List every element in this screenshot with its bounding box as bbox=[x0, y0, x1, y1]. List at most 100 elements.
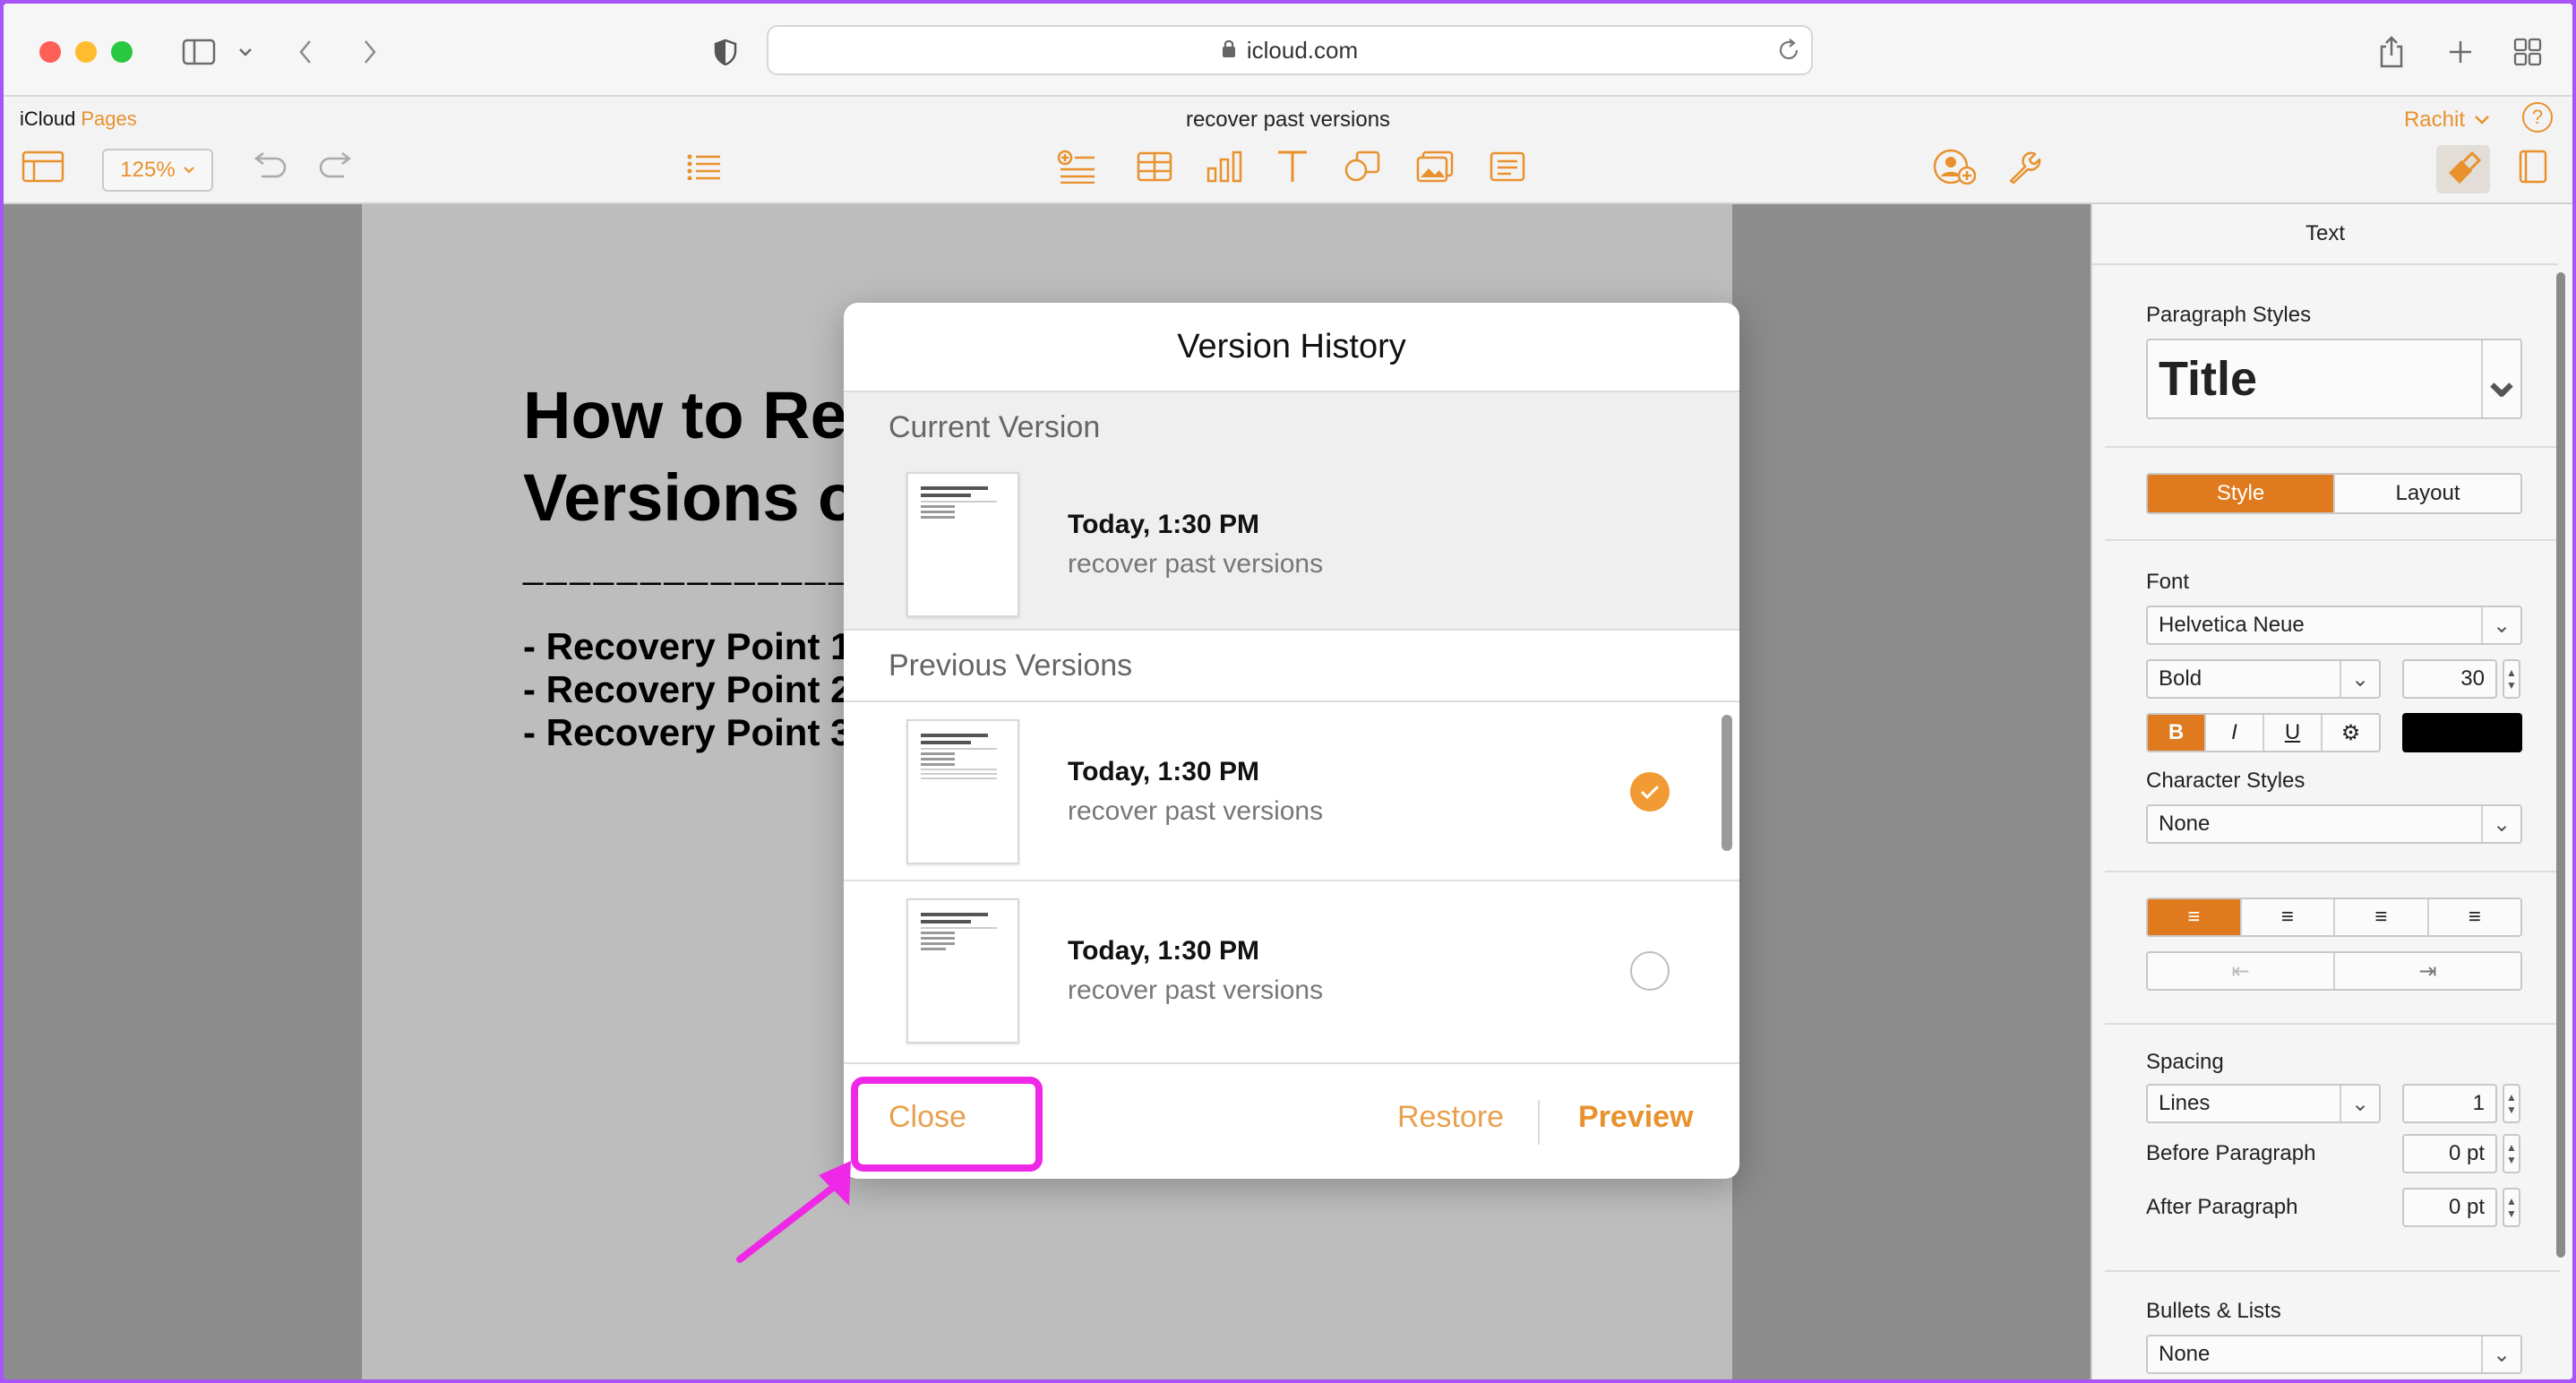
address-bar[interactable]: icloud.com bbox=[767, 25, 1813, 75]
previous-versions-label: Previous Versions bbox=[889, 648, 1133, 683]
version-info: Today, 1:30 PM recover past versions bbox=[1068, 936, 1323, 1006]
font-size-field[interactable]: 30 bbox=[2402, 659, 2497, 699]
user-menu[interactable]: Rachit bbox=[2404, 107, 2490, 133]
dialog-scrollbar[interactable] bbox=[1722, 715, 1732, 851]
checkmark-icon bbox=[1640, 785, 1660, 800]
url-text: icloud.com bbox=[1246, 36, 1359, 64]
divider bbox=[2105, 539, 2560, 541]
after-paragraph-stepper[interactable]: ▲ ▼ bbox=[2503, 1188, 2520, 1227]
align-right-icon[interactable]: ≡ bbox=[2333, 899, 2427, 935]
chevron-down-icon bbox=[2475, 116, 2489, 125]
version-selected-checkmark[interactable] bbox=[1630, 772, 1670, 812]
plus-icon[interactable] bbox=[2445, 32, 2476, 72]
preview-button[interactable]: Preview bbox=[1578, 1100, 1694, 1135]
sidebar-icon[interactable] bbox=[179, 32, 219, 72]
dialog-title: Version History bbox=[844, 303, 1739, 392]
list-icon[interactable] bbox=[683, 142, 726, 192]
bullets-select[interactable]: None ⌄ bbox=[2146, 1335, 2522, 1374]
character-style-select[interactable]: None ⌄ bbox=[2146, 804, 2522, 844]
before-paragraph-stepper[interactable]: ▲ ▼ bbox=[2503, 1134, 2520, 1173]
decrease-indent-icon[interactable]: ⇤ bbox=[2148, 953, 2333, 989]
character-style-value: None bbox=[2159, 812, 2211, 836]
tabs-grid-icon[interactable] bbox=[2512, 32, 2544, 72]
increase-indent-icon[interactable]: ⇥ bbox=[2333, 953, 2520, 989]
paragraph-styles-label: Paragraph Styles bbox=[2146, 303, 2312, 327]
zoom-select[interactable]: 125% bbox=[102, 149, 213, 192]
current-version-row[interactable]: Today, 1:30 PM recover past versions bbox=[844, 462, 1739, 627]
version-date: Today, 1:30 PM bbox=[1068, 936, 1259, 966]
after-paragraph-field[interactable]: 0 pt bbox=[2402, 1188, 2497, 1227]
inspector-scrollbar[interactable] bbox=[2556, 272, 2565, 1258]
spacing-mode-select[interactable]: Lines ⌄ bbox=[2146, 1084, 2381, 1123]
spacing-stepper[interactable]: ▲ ▼ bbox=[2503, 1084, 2520, 1123]
shape-icon[interactable] bbox=[1342, 142, 1383, 192]
divider bbox=[2105, 446, 2560, 448]
list-item[interactable]: Today, 1:30 PM recover past versions bbox=[844, 881, 1739, 1061]
format-paintbrush-button[interactable] bbox=[2436, 145, 2490, 193]
document-setup-icon[interactable] bbox=[2515, 142, 2551, 192]
font-size-stepper[interactable]: ▲ ▼ bbox=[2503, 659, 2520, 699]
paintbrush-icon bbox=[2449, 151, 2481, 184]
indent-buttons: ⇤ ⇥ bbox=[2146, 951, 2522, 991]
window-maximize-button[interactable] bbox=[111, 41, 133, 63]
window-minimize-button[interactable] bbox=[75, 41, 97, 63]
divider bbox=[2105, 1023, 2560, 1025]
chevron-down-icon[interactable] bbox=[235, 32, 256, 72]
font-weight-select[interactable]: Bold ⌄ bbox=[2146, 659, 2381, 699]
chevron-down-icon: ⌄ bbox=[2340, 1086, 2379, 1121]
version-name: recover past versions bbox=[1068, 975, 1324, 1005]
help-button[interactable]: ? bbox=[2522, 102, 2553, 133]
insert-icon[interactable] bbox=[1055, 142, 1098, 192]
align-justify-icon[interactable]: ≡ bbox=[2426, 899, 2521, 935]
chart-icon[interactable] bbox=[1204, 142, 1245, 192]
reload-icon[interactable] bbox=[1777, 38, 1800, 69]
list-item[interactable]: Today, 1:30 PM recover past versions bbox=[844, 702, 1739, 881]
version-name: recover past versions bbox=[1068, 796, 1324, 826]
text-icon[interactable] bbox=[1274, 142, 1311, 192]
align-center-icon[interactable]: ≡ bbox=[2239, 899, 2334, 935]
browser-toolbar: icloud.com bbox=[4, 4, 2572, 97]
tab-layout[interactable]: Layout bbox=[2333, 475, 2520, 512]
comment-icon[interactable] bbox=[1487, 142, 1528, 192]
user-name: Rachit bbox=[2403, 107, 2465, 132]
bold-button[interactable]: B bbox=[2148, 715, 2204, 751]
share-icon[interactable] bbox=[2375, 32, 2408, 72]
restore-button[interactable]: Restore bbox=[1397, 1100, 1504, 1135]
tab-style[interactable]: Style bbox=[2148, 475, 2333, 512]
window-close-button[interactable] bbox=[39, 41, 61, 63]
version-thumbnail bbox=[906, 898, 1019, 1044]
back-icon[interactable] bbox=[292, 32, 319, 72]
alignment-buttons: ≡ ≡ ≡ ≡ bbox=[2146, 898, 2522, 937]
style-layout-tabs: Style Layout bbox=[2146, 473, 2522, 514]
forward-icon[interactable] bbox=[356, 32, 383, 72]
chevron-down-icon: ⌄ bbox=[2481, 806, 2520, 842]
version-name: recover past versions bbox=[1068, 549, 1324, 579]
paragraph-style-select[interactable]: Title ⌄ bbox=[2146, 339, 2522, 419]
font-label: Font bbox=[2146, 570, 2190, 594]
media-icon[interactable] bbox=[1413, 142, 1456, 192]
table-icon[interactable] bbox=[1134, 142, 1175, 192]
before-paragraph-label: Before Paragraph bbox=[2146, 1141, 2316, 1165]
previous-versions-list: Today, 1:30 PM recover past versions Tod… bbox=[844, 700, 1739, 1059]
undo-icon[interactable] bbox=[247, 142, 290, 192]
before-paragraph-field[interactable]: 0 pt bbox=[2402, 1134, 2497, 1173]
shield-icon[interactable] bbox=[711, 32, 740, 72]
text-options-button[interactable]: ⚙ bbox=[2321, 715, 2379, 751]
version-radio[interactable] bbox=[1630, 951, 1670, 991]
divider bbox=[2105, 871, 2560, 872]
redo-icon[interactable] bbox=[315, 142, 358, 192]
underline-button[interactable]: U bbox=[2263, 715, 2321, 751]
inspector-title: Text bbox=[2092, 204, 2558, 265]
chevron-down-icon: ⌄ bbox=[2340, 661, 2379, 697]
font-color-well[interactable] bbox=[2402, 713, 2522, 752]
chevron-down-icon: ⌄ bbox=[2481, 607, 2520, 643]
font-family-select[interactable]: Helvetica Neue ⌄ bbox=[2146, 606, 2522, 645]
align-left-icon[interactable]: ≡ bbox=[2148, 899, 2240, 935]
collaborate-icon[interactable] bbox=[1931, 142, 1979, 192]
view-icon[interactable] bbox=[20, 142, 66, 192]
spacing-label: Spacing bbox=[2146, 1050, 2224, 1074]
spacing-value-field[interactable]: 1 bbox=[2402, 1084, 2497, 1123]
italic-button[interactable]: I bbox=[2204, 715, 2263, 751]
wrench-icon[interactable] bbox=[2003, 142, 2044, 192]
pages-toolbar: iCloud Pages recover past versions Rachit… bbox=[4, 97, 2572, 204]
